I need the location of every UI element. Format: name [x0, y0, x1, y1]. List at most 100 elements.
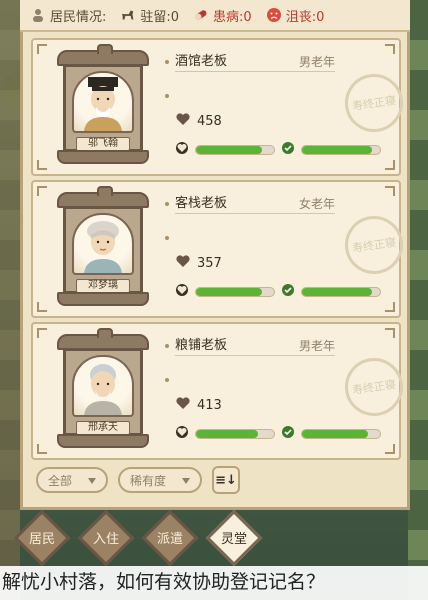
- bottom-tab-bar: 居民 入住 派遣 灵堂: [13, 509, 263, 567]
- stat-bars: [175, 282, 381, 301]
- mood-icon: [281, 282, 295, 301]
- dot: [165, 378, 169, 382]
- rarity-dropdown[interactable]: 稀有度: [118, 467, 202, 493]
- resident-info-header: 居民情况:: [30, 6, 106, 25]
- frame-body: 邬飞翰: [63, 64, 143, 152]
- filter-all-label: 全部: [48, 473, 73, 488]
- tab-move-in[interactable]: 入住: [77, 509, 135, 567]
- heart-hand-icon: [175, 112, 191, 130]
- mood-bar-fill: [302, 429, 369, 438]
- resident-role: 酒馆老板 男老年: [175, 52, 335, 72]
- tab-label: 入住: [92, 532, 119, 547]
- resident-card[interactable]: 邓梦璃 客栈老板 女老年 357 寿终正寝: [31, 180, 407, 318]
- deceased-seal-icon: 寿终正寝: [341, 212, 407, 278]
- wealth-value: 357: [197, 255, 222, 271]
- heart-icon: [175, 424, 189, 443]
- resident-portrait: [72, 213, 134, 275]
- mourn-label: 沮丧:0: [285, 9, 325, 25]
- stay-count: 驻留:0: [120, 6, 179, 25]
- dot: [165, 60, 169, 64]
- health-bar: [195, 286, 275, 297]
- wealth-value: 458: [197, 113, 222, 129]
- chevron-down-icon: [182, 473, 190, 487]
- mood-icon: [281, 140, 295, 159]
- frame-base: [57, 434, 149, 448]
- resident-portrait: [72, 71, 134, 133]
- sad-face-icon: [266, 7, 282, 23]
- horse-icon: [120, 7, 136, 23]
- resident-portrait: [72, 355, 134, 417]
- resident-info: 客栈老板 女老年 357 寿终正寝: [165, 190, 407, 310]
- health-bar-fill: [196, 429, 259, 438]
- dot: [165, 236, 169, 240]
- frame-body: 邢承天: [63, 348, 143, 436]
- resident-list-panel: 邬飞翰 酒馆老板 男老年 458 寿终正寝 邓梦璃 客栈老板 女老年 357 寿…: [20, 32, 410, 510]
- demographic-label: 男老年: [298, 339, 335, 353]
- mourn-count: 沮丧:0: [266, 6, 325, 25]
- filter-row: 全部 稀有度 ≡↓: [36, 466, 240, 494]
- resident-info: 酒馆老板 男老年 458 寿终正寝: [165, 48, 407, 168]
- rarity-label: 稀有度: [130, 473, 167, 488]
- frame-body: 邓梦璃: [63, 206, 143, 294]
- demographic-label: 男老年: [298, 55, 335, 69]
- stat-bars: [175, 424, 381, 443]
- corner-ornament: [37, 160, 47, 170]
- heart-icon: [175, 282, 189, 301]
- sort-icon: ≡↓: [215, 472, 237, 488]
- resident-info: 粮铺老板 男老年 413 寿终正寝: [165, 332, 407, 452]
- health-bar: [195, 428, 275, 439]
- health-bar: [195, 144, 275, 155]
- tab-label: 居民: [28, 532, 55, 547]
- person-icon: [30, 7, 46, 23]
- dot: [165, 344, 169, 348]
- resident-wealth: 413: [175, 396, 222, 414]
- frame-base: [57, 292, 149, 306]
- filter-all-dropdown[interactable]: 全部: [36, 467, 108, 493]
- demographic-label: 女老年: [298, 197, 335, 211]
- health-bar-fill: [196, 145, 263, 154]
- world-edge-right: [408, 0, 428, 600]
- pill-icon: [193, 7, 209, 23]
- dot: [165, 94, 169, 98]
- corner-ornament: [37, 186, 47, 196]
- sick-label: 患病:0: [213, 9, 252, 25]
- chevron-down-icon: [88, 473, 96, 487]
- health-bar-fill: [196, 287, 263, 296]
- heart-hand-icon: [175, 396, 191, 414]
- dot: [165, 202, 169, 206]
- mood-bar-fill: [302, 145, 373, 154]
- resident-wealth: 357: [175, 254, 222, 272]
- role-label: 酒馆老板: [175, 54, 228, 69]
- stay-label: 驻留:0: [140, 9, 180, 25]
- deceased-seal-icon: 寿终正寝: [341, 354, 407, 420]
- portrait-frame: 邢承天: [57, 328, 149, 452]
- heart-hand-icon: [175, 254, 191, 272]
- resident-role: 粮铺老板 男老年: [175, 336, 335, 356]
- corner-ornament: [37, 302, 47, 312]
- mood-bar: [301, 428, 381, 439]
- corner-ornament: [37, 444, 47, 454]
- stat-bars: [175, 140, 381, 159]
- corner-ornament: [37, 44, 47, 54]
- tab-memorial-hall[interactable]: 灵堂: [205, 509, 263, 567]
- resident-role: 客栈老板 女老年: [175, 194, 335, 214]
- resident-card[interactable]: 邢承天 粮铺老板 男老年 413 寿终正寝: [31, 322, 407, 460]
- sort-button[interactable]: ≡↓: [212, 466, 240, 494]
- portrait-frame: 邓梦璃: [57, 186, 149, 310]
- sick-count: 患病:0: [193, 6, 252, 25]
- tab-residents[interactable]: 居民: [13, 509, 71, 567]
- mood-bar: [301, 286, 381, 297]
- tab-dispatch[interactable]: 派遣: [141, 509, 199, 567]
- article-caption: 解忧小村落，如何有效协助登记记名？: [0, 566, 428, 600]
- deceased-seal-icon: 寿终正寝: [341, 70, 407, 136]
- resident-name: 邢承天: [76, 421, 130, 435]
- role-label: 粮铺老板: [175, 338, 228, 353]
- wealth-value: 413: [197, 397, 222, 413]
- resident-card[interactable]: 邬飞翰 酒馆老板 男老年 458 寿终正寝: [31, 38, 407, 176]
- mood-bar-fill: [302, 287, 373, 296]
- corner-ornament: [37, 328, 47, 338]
- tab-label: 灵堂: [220, 532, 247, 547]
- resident-name: 邬飞翰: [76, 137, 130, 151]
- frame-base: [57, 150, 149, 164]
- tab-label: 派遣: [156, 532, 183, 547]
